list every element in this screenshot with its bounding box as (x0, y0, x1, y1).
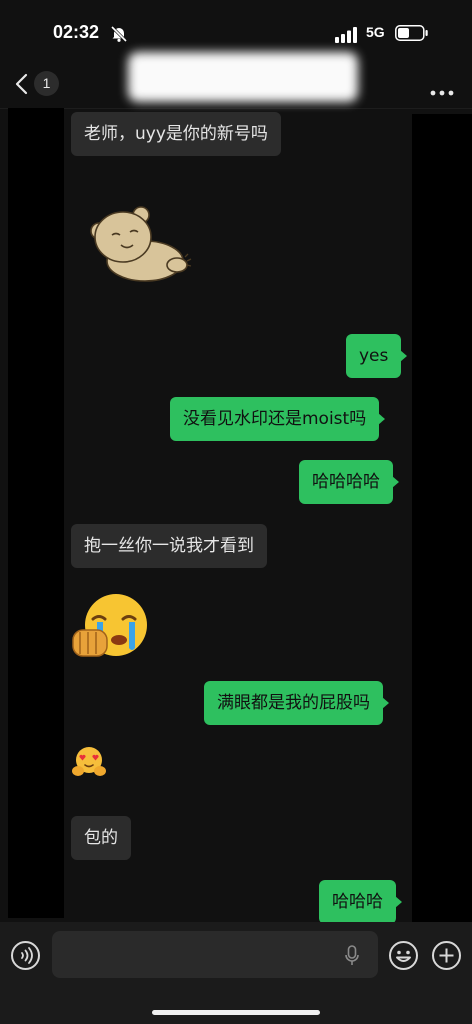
redaction-mask-left (8, 108, 64, 918)
message-bubble-outgoing[interactable]: yes (346, 334, 408, 378)
hug-heart-eyes-emoji-icon[interactable] (71, 745, 107, 783)
cellular-signal-icon (335, 27, 359, 47)
plus-more-icon[interactable] (431, 940, 462, 975)
voice-mode-icon[interactable] (11, 941, 40, 970)
message-bubble-incoming[interactable]: 抱一丝你一说我才看到 (71, 524, 267, 568)
chat-header: 1 (0, 52, 472, 109)
message-bubble-outgoing[interactable]: 哈哈哈 (319, 880, 402, 924)
bell-muted-icon (110, 25, 128, 47)
microphone-icon[interactable] (344, 945, 360, 971)
network-type: 5G (366, 24, 385, 40)
message-input-bar (0, 922, 472, 1024)
message-bubble-outgoing[interactable]: 满眼都是我的屁股吗 (204, 681, 389, 725)
battery-icon (395, 25, 429, 45)
message-bubble-outgoing[interactable]: 没看见水印还是moist吗 (170, 397, 386, 441)
message-bubble-incoming[interactable]: 包的 (71, 816, 131, 860)
crying-emoji-icon[interactable] (71, 592, 153, 666)
message-text-field[interactable] (52, 931, 378, 978)
unread-count-badge[interactable]: 1 (34, 71, 59, 96)
home-indicator (152, 1010, 320, 1015)
message-bubble-incoming[interactable]: 老师，uyy是你的新号吗 (71, 112, 281, 156)
more-options-icon[interactable] (430, 81, 454, 100)
bear-sticker-icon[interactable] (85, 205, 197, 291)
redacted-contact-name (128, 52, 358, 102)
emoji-picker-icon[interactable] (388, 940, 419, 975)
redaction-mask-right (412, 114, 472, 926)
back-chevron-icon[interactable] (14, 72, 30, 100)
message-bubble-outgoing[interactable]: 哈哈哈哈 (299, 460, 399, 504)
status-time: 02:32 (53, 22, 100, 42)
